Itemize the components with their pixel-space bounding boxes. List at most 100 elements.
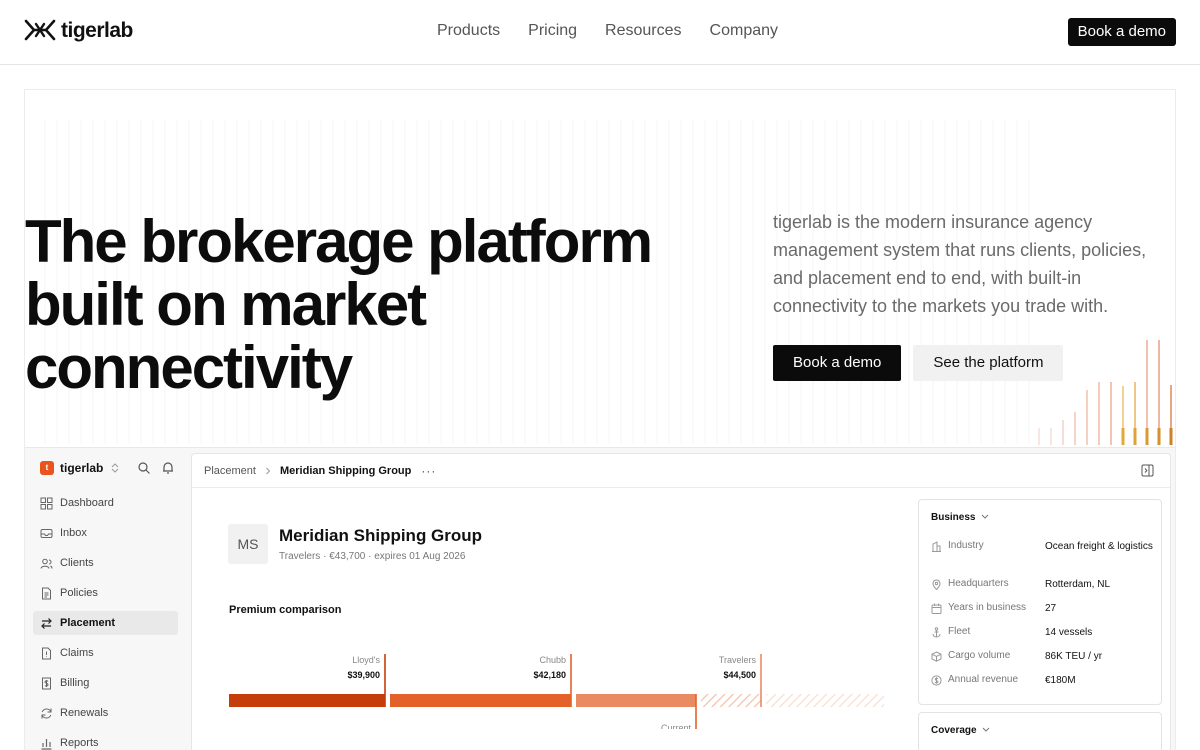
workspace-name: tigerlab [60, 461, 104, 475]
marker-name: Chubb [539, 655, 566, 665]
coverage-card-title: Coverage [931, 725, 977, 736]
sidebar-item-label: Reports [60, 737, 99, 749]
account-subtitle: Travelers · €43,700 · expires 01 Aug 202… [279, 551, 466, 562]
breadcrumb-parent[interactable]: Placement [204, 465, 256, 477]
account-name: Meridian Shipping Group [279, 526, 483, 545]
sidebar-item-label: Policies [60, 587, 98, 599]
search-icon[interactable] [137, 461, 151, 475]
current-marker-name: Current [661, 723, 692, 729]
fact-years: Years in business 27 [931, 602, 1156, 626]
fact-value: 86K TEU / yr [1045, 651, 1103, 662]
building-icon [932, 541, 941, 552]
primary-nav: Products Pricing Resources Company [437, 22, 806, 40]
marker-name: Travelers [719, 655, 757, 665]
dollar-file-icon [42, 677, 51, 689]
fact-label: Years in business [948, 602, 1027, 613]
hero-cta-group: Book a demo See the platform [773, 345, 1064, 381]
business-card-header[interactable]: Business [931, 512, 989, 523]
box-icon [931, 651, 942, 662]
swap-icon [41, 617, 52, 629]
fact-value: 27 [1045, 603, 1057, 614]
bar-chart-icon [41, 738, 52, 750]
fact-cargo: Cargo volume 86K TEU / yr [931, 650, 1156, 674]
nav-link-resources[interactable]: Resources [605, 22, 681, 40]
app-sidebar: t tigerlab Dashboard Inbox Clients Polic… [25, 448, 190, 750]
chart-segment-hatched-light [766, 694, 884, 707]
chevron-right-icon [266, 467, 271, 474]
sidebar-item-inbox[interactable]: Inbox [33, 521, 178, 545]
grid-icon [40, 497, 53, 509]
fact-value: Ocean freight & logistics [1045, 541, 1153, 552]
alert-file-icon [42, 647, 51, 659]
sidebar-item-label: Dashboard [60, 497, 114, 509]
chevron-down-icon [981, 514, 989, 519]
fact-label: Headquarters [948, 578, 1009, 589]
see-platform-button[interactable]: See the platform [913, 345, 1064, 381]
account-header: MS Meridian Shipping Group Travelers · €… [228, 524, 482, 564]
brand-logo[interactable]: tigerlab [24, 18, 133, 44]
chart-segment-2 [390, 694, 571, 707]
business-card-title: Business [931, 512, 976, 523]
avatar: MS [228, 524, 268, 564]
premium-comparison-chart: Lloyd's $39,900 Chubb $42,180 Travelers $44,5… [229, 654, 884, 729]
sidebar-item-policies[interactable]: Policies [33, 581, 178, 605]
nav-link-products[interactable]: Products [437, 22, 500, 40]
accent-block [1121, 428, 1125, 445]
accent-block [1133, 428, 1137, 445]
hero-description: tigerlab is the modern insurance agency … [773, 212, 1147, 316]
fact-label: Annual revenue [948, 674, 1019, 685]
book-demo-nav-button[interactable]: Book a demo [1067, 18, 1176, 46]
sidebar-item-dashboard[interactable]: Dashboard [33, 491, 178, 515]
sidebar-item-placement[interactable]: Placement [33, 611, 178, 635]
chart-segment-hatched [701, 694, 761, 707]
hero-title-line-1: The brokerage platform [25, 208, 653, 275]
nav-link-pricing[interactable]: Pricing [528, 22, 577, 40]
accent-block [1169, 428, 1173, 445]
fact-revenue: Annual revenue €180M [931, 674, 1156, 698]
chevron-down-icon [983, 727, 990, 732]
marker-value: $42,180 [533, 670, 566, 680]
top-navigation: tigerlab Products Pricing Resources Comp… [0, 0, 1200, 65]
sidebar-tools [137, 461, 175, 475]
tiger-logo-icon [24, 19, 56, 41]
document-icon [42, 587, 51, 599]
bell-icon[interactable] [161, 461, 175, 475]
calendar-icon [931, 603, 942, 614]
hero-title-line-2: built on market connectivity [25, 271, 427, 401]
fact-industry: Industry Ocean freight & logistics [931, 540, 1156, 578]
inbox-icon [40, 528, 53, 538]
sidebar-item-renewals[interactable]: Renewals [33, 701, 178, 725]
sidebar-item-clients[interactable]: Clients [33, 551, 178, 575]
app-preview-window: t tigerlab Dashboard Inbox Clients Polic… [25, 447, 1175, 750]
hero-title: The brokerage platform built on market c… [25, 210, 745, 399]
breadcrumb-current: Meridian Shipping Group [279, 464, 412, 477]
nav-link-company[interactable]: Company [710, 22, 778, 40]
workspace-switcher[interactable]: t tigerlab [40, 461, 119, 475]
chart-segment-3 [576, 694, 696, 707]
panel-toggle-icon[interactable] [1141, 464, 1154, 477]
sidebar-item-reports[interactable]: Reports [33, 731, 178, 750]
sidebar-item-label: Placement [60, 617, 116, 629]
fact-headquarters: Headquarters Rotterdam, NL [931, 578, 1156, 602]
accent-block [1145, 428, 1149, 445]
book-demo-button[interactable]: Book a demo [773, 345, 902, 381]
sidebar-item-label: Billing [60, 677, 90, 689]
coverage-card-header[interactable]: Coverage [931, 725, 990, 736]
fact-value: 14 vessels [1045, 627, 1093, 638]
fact-label: Industry [948, 540, 984, 551]
marker-value: $44,500 [723, 670, 756, 680]
sidebar-item-billing[interactable]: Billing [33, 671, 178, 695]
more-options-icon[interactable]: ··· [421, 464, 436, 478]
anchor-icon [932, 627, 941, 638]
sidebar-item-claims[interactable]: Claims [33, 641, 178, 665]
fact-label: Fleet [948, 626, 971, 637]
accent-block [1157, 428, 1161, 445]
coverage-card: Coverage [918, 712, 1162, 750]
business-card: Business Industry Ocean freight & logist… [918, 499, 1162, 705]
fact-value: €180M [1045, 675, 1076, 686]
sidebar-item-label: Claims [60, 647, 94, 659]
marker-name: Lloyd's [352, 655, 380, 665]
app-main-panel: Placement Meridian Shipping Group ··· MS… [191, 453, 1171, 750]
sidebar-item-label: Clients [60, 557, 94, 569]
pin-icon [932, 579, 941, 590]
